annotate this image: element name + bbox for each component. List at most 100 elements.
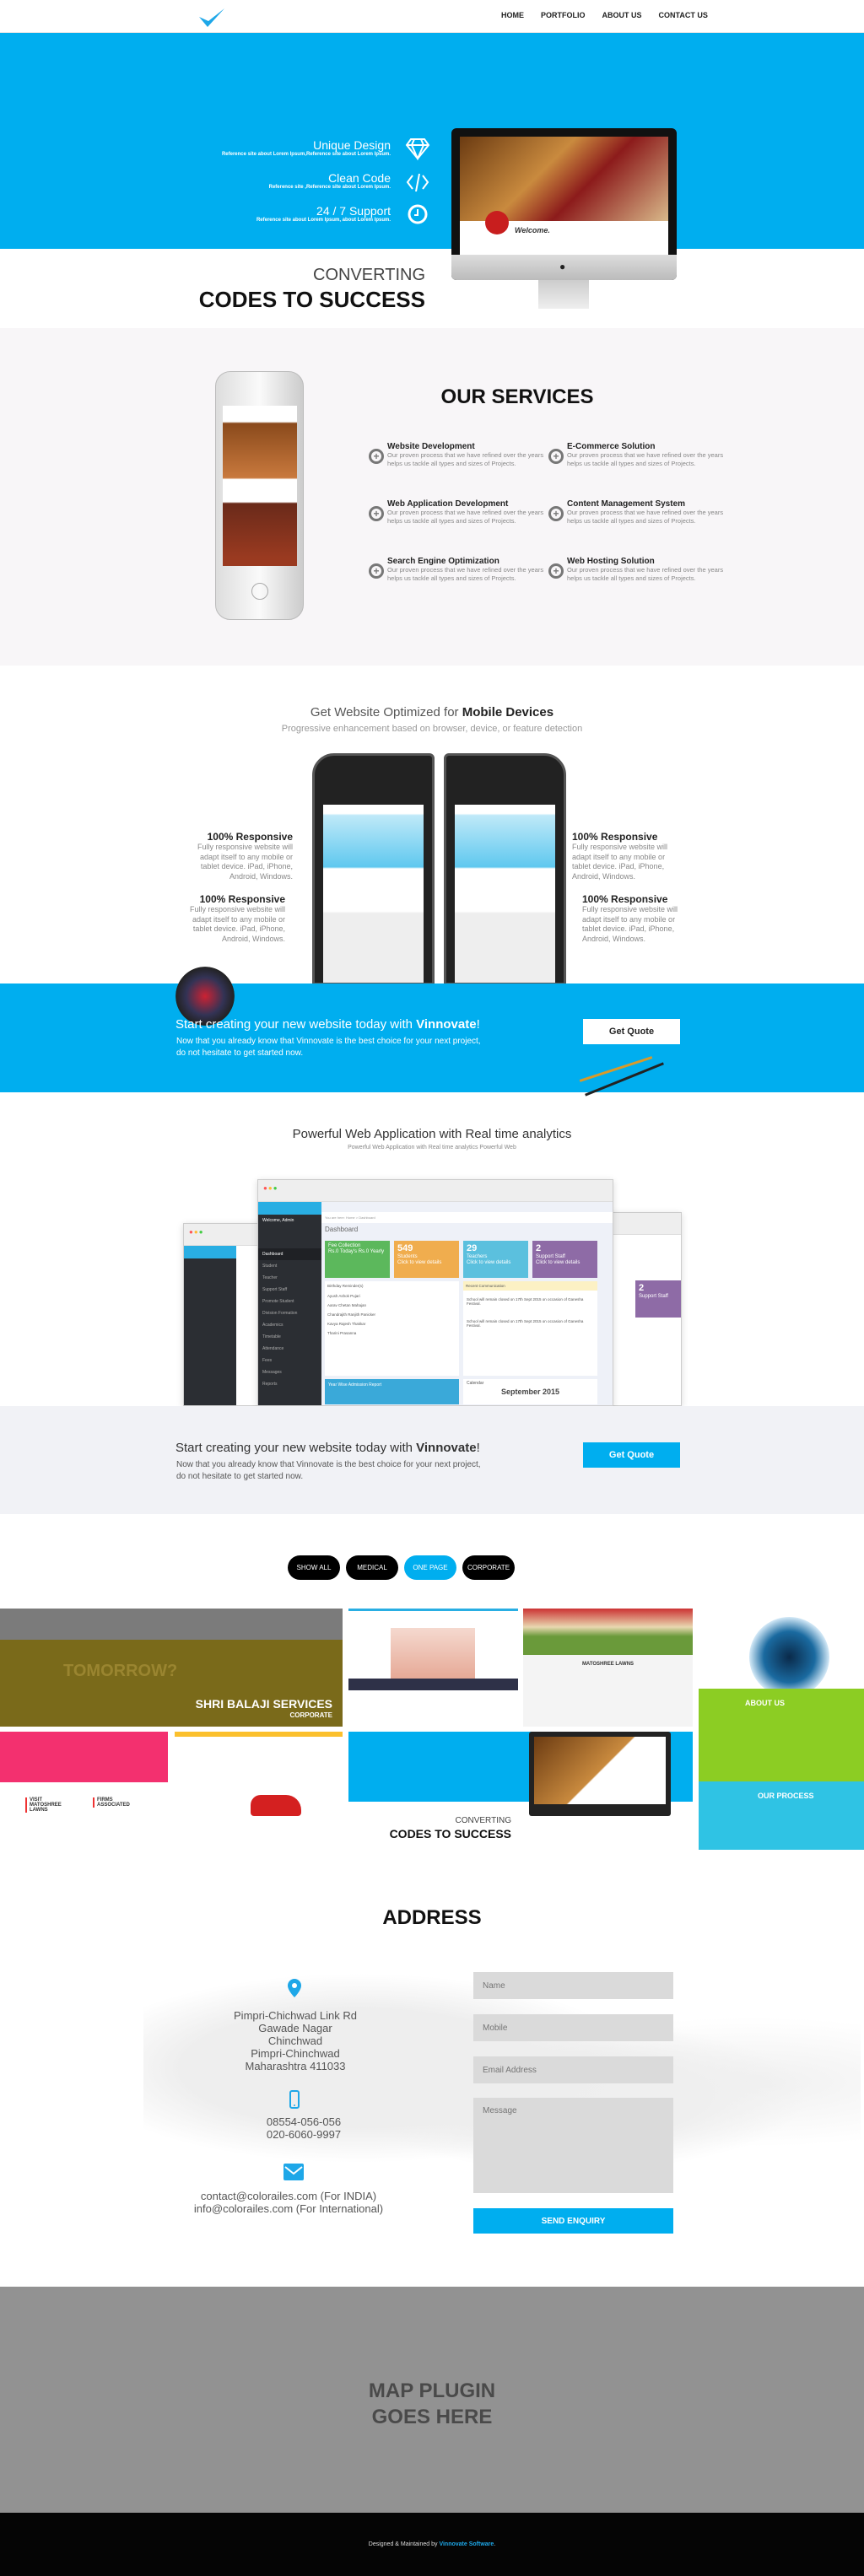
sidebar-item[interactable]: Promote Student bbox=[258, 1296, 321, 1307]
service-item: + Web Hosting Solution Our proven process … bbox=[548, 557, 727, 583]
footer-vinnovate-link[interactable]: Vinnovate Software bbox=[439, 2541, 494, 2547]
tile-students[interactable]: 549 Students Click to view details bbox=[394, 1241, 459, 1278]
cta-text: Now that you already know that Vinnovate… bbox=[176, 1460, 481, 1481]
clock-icon bbox=[408, 204, 428, 224]
tagline-converting: CONVERTING bbox=[313, 266, 425, 284]
calendar-panel: Calendar September 2015 bbox=[463, 1379, 597, 1404]
portfolio-item-about[interactable]: ABOUT US bbox=[699, 1689, 864, 1781]
service-desc: Our proven process that we have refined … bbox=[387, 509, 544, 525]
service-title: E-Commerce Solution bbox=[567, 442, 656, 451]
get-quote-button[interactable]: Get Quote bbox=[583, 1019, 680, 1044]
service-desc: Our proven process that we have refined … bbox=[387, 451, 544, 467]
logo-checkmark-icon[interactable] bbox=[197, 7, 226, 29]
portfolio-item-colorailes[interactable] bbox=[699, 1609, 864, 1689]
message-textarea[interactable] bbox=[473, 2098, 673, 2193]
footer-period: . bbox=[494, 2541, 496, 2547]
sidebar-item[interactable]: Messages bbox=[258, 1366, 321, 1378]
zoom-in-icon: + bbox=[548, 563, 564, 579]
imac-mockup: Welcome. ● bbox=[451, 128, 677, 312]
email-input[interactable] bbox=[473, 2056, 673, 2083]
feature-title: 24 / 7 Support bbox=[316, 204, 391, 218]
nav-home[interactable]: HOME bbox=[501, 11, 524, 19]
portfolio-item-process[interactable]: OUR PROCESS bbox=[699, 1781, 864, 1850]
calendar-month: September 2015 bbox=[500, 1388, 560, 1396]
sidebar-item[interactable]: Timetable bbox=[258, 1331, 321, 1343]
tile-details-link[interactable]: Click to view details bbox=[536, 1260, 594, 1266]
tile-details-link[interactable]: Click to view details bbox=[397, 1260, 456, 1266]
tile-details-link[interactable]: Click to view details bbox=[467, 1260, 525, 1266]
portfolio-item-lawns[interactable]: MATOSHREE LAWNS bbox=[523, 1609, 693, 1727]
address-title: ADDRESS bbox=[382, 1906, 482, 1929]
sidebar-item-dashboard[interactable]: Dashboard bbox=[258, 1248, 321, 1260]
sidebar-item[interactable]: Student bbox=[258, 1260, 321, 1272]
cta-title: Start creating your new website today wi… bbox=[176, 1441, 480, 1455]
feature-title: Unique Design bbox=[313, 138, 391, 152]
admin-welcome: Welcome, Admin bbox=[262, 1218, 294, 1223]
nav-about-us[interactable]: ABOUT US bbox=[602, 11, 642, 19]
feature-unique-design: Unique Design Reference site about Lorem … bbox=[222, 138, 391, 157]
screen-welcome: Welcome. bbox=[515, 226, 550, 234]
email-icon bbox=[284, 2164, 304, 2180]
top-nav: HOME PORTFOLIO ABOUT US CONTACT US bbox=[0, 0, 864, 33]
sidebar-item[interactable]: Fees bbox=[258, 1355, 321, 1366]
zoom-in-icon: + bbox=[369, 506, 384, 521]
mobile-input[interactable] bbox=[473, 2014, 673, 2041]
cta-title: Start creating your new website today wi… bbox=[176, 1017, 480, 1032]
tile-fee-collection[interactable]: Fee Collection Rs.0 Today's Rs.0 Yearly bbox=[325, 1241, 390, 1278]
portfolio-item-converting[interactable]: CONVERTING CODES TO SUCCESS bbox=[348, 1732, 693, 1850]
service-item: + Search Engine Optimization Our proven pr… bbox=[369, 557, 548, 583]
feature-desc: Fully responsive website will adapt itse… bbox=[582, 905, 678, 944]
portfolio-item-pink[interactable]: VISIT MATOSHREE LAWNS FIRMS ASSOCIATED bbox=[0, 1732, 168, 1850]
sidebar-item[interactable]: Academics bbox=[258, 1319, 321, 1331]
tile-support-staff[interactable]: 2 Support Staff Click to view details bbox=[532, 1241, 597, 1278]
responsive-feature: 100% Responsive Fully responsive website … bbox=[582, 893, 683, 945]
zoom-in-icon: + bbox=[548, 449, 564, 464]
footer: Designed & Maintained by Vinnovate Softw… bbox=[0, 2513, 864, 2576]
tagline-codes: CODES TO SUCCESS bbox=[198, 287, 425, 312]
get-quote-button[interactable]: Get Quote bbox=[583, 1442, 680, 1468]
hero-banner bbox=[0, 33, 864, 249]
cta-text: Now that you already know that Vinnovate… bbox=[176, 1037, 481, 1058]
footer-credit: Designed & Maintained by bbox=[368, 2541, 440, 2547]
calendar-title: Calendar bbox=[467, 1381, 484, 1386]
mobile-title-bold: Mobile Devices bbox=[462, 705, 554, 719]
nav-portfolio[interactable]: PORTFOLIO bbox=[541, 11, 586, 19]
filter-one-page[interactable]: ONE PAGE bbox=[404, 1555, 456, 1580]
tile-teachers[interactable]: 29 Teachers Click to view details bbox=[463, 1241, 528, 1278]
birthday-panel: Birthday Reminder(s) Ayush Ashok Pujari … bbox=[325, 1281, 459, 1376]
portfolio-item-car[interactable] bbox=[175, 1732, 343, 1850]
filter-medical[interactable]: MEDICAL bbox=[346, 1555, 398, 1580]
name-input[interactable] bbox=[473, 1972, 673, 1999]
service-item: + Web Application Development Our proven p… bbox=[369, 499, 548, 525]
feature-desc: Fully responsive website will adapt itse… bbox=[189, 905, 285, 944]
pencil-image bbox=[579, 1056, 653, 1082]
mobile-title: Get Website Optimized for Mobile Devices bbox=[0, 705, 864, 719]
send-enquiry-button[interactable]: SEND ENQUIRY bbox=[473, 2208, 673, 2234]
service-desc: Our proven process that we have refined … bbox=[567, 509, 724, 525]
service-item: + Content Management System Our proven pro… bbox=[548, 499, 727, 525]
service-title: Web Hosting Solution bbox=[567, 557, 655, 566]
sidebar-item[interactable]: Division Formation bbox=[258, 1307, 321, 1319]
tagline: CONVERTING CODES TO SUCCESS bbox=[199, 266, 425, 313]
sidebar-item[interactable]: Support Staff bbox=[258, 1284, 321, 1296]
sidebar-item[interactable]: Reports bbox=[258, 1378, 321, 1390]
mobile-title-text: Get Website Optimized for bbox=[310, 705, 462, 719]
map-placeholder[interactable]: MAP PLUGIN GOES HERE bbox=[0, 2287, 864, 2513]
responsive-feature: 100% Responsive Fully responsive website … bbox=[192, 831, 293, 882]
filter-corporate[interactable]: CORPORATE bbox=[462, 1555, 515, 1580]
address-lines: Pimpri-Chichwad Link Rd Gawade Nagar Chinc… bbox=[234, 2009, 357, 2072]
zoom-in-icon: + bbox=[548, 506, 564, 521]
feature-desc: Fully responsive website will adapt itse… bbox=[572, 843, 668, 881]
zoom-in-icon: + bbox=[369, 449, 384, 464]
portfolio-item-balaji[interactable]: TOMORROW? SHRI BALAJI SERVICES CORPORATE bbox=[0, 1609, 343, 1727]
feature-desc: Reference site about Lorem Ipsum, about … bbox=[256, 218, 391, 223]
analytics-subtitle: Powerful Web Application with Real time … bbox=[348, 1145, 516, 1151]
sidebar-item[interactable]: Attendance bbox=[258, 1343, 321, 1355]
portfolio-item-hearing[interactable] bbox=[348, 1609, 518, 1727]
feature-title: Clean Code bbox=[328, 171, 391, 185]
sidebar-item[interactable]: Teacher bbox=[258, 1272, 321, 1284]
service-item: + E-Commerce Solution Our proven process t… bbox=[548, 442, 727, 468]
email-addresses: contact@colorailes.com (For INDIA) info@c… bbox=[193, 2190, 384, 2215]
filter-show-all[interactable]: SHOW ALL bbox=[288, 1555, 340, 1580]
nav-contact-us[interactable]: CONTACT US bbox=[659, 11, 708, 19]
